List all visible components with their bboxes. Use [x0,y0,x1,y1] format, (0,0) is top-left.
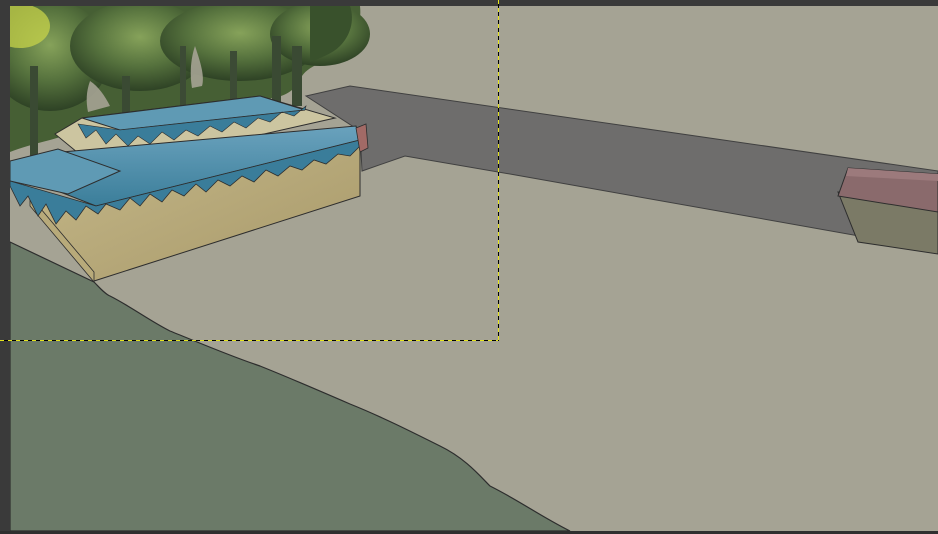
canvas-left-border [0,0,10,534]
canvas-viewport[interactable] [10,6,938,531]
image-editor-window [0,0,938,534]
artwork-canvas[interactable] [10,6,938,531]
